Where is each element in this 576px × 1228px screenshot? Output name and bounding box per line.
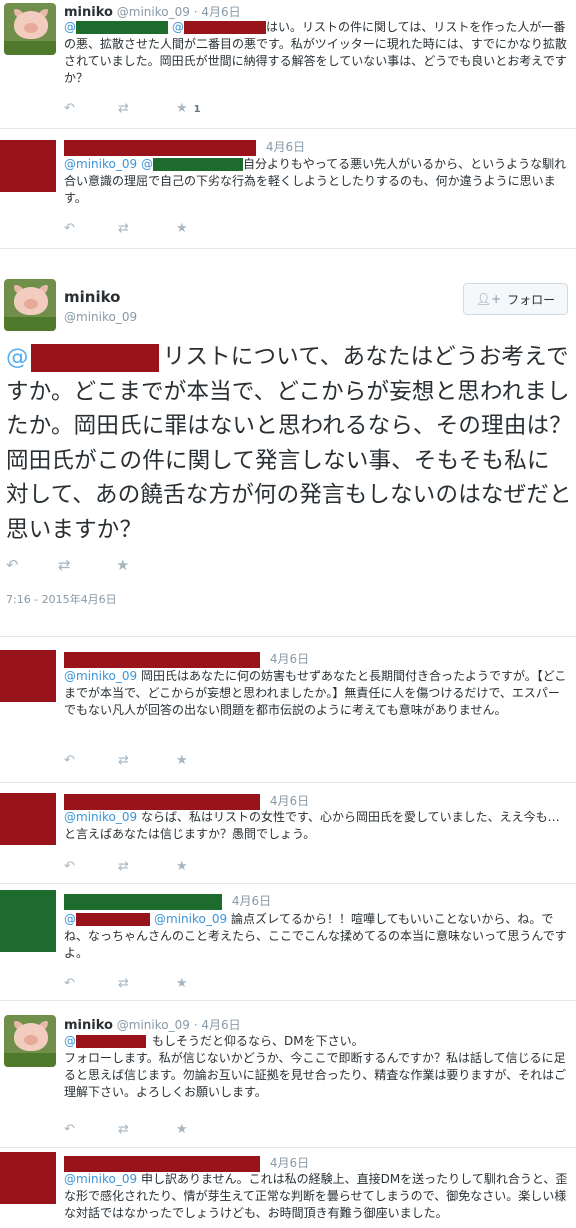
main-tweet: miniko @miniko_09 👤︎+ フォロー @ リストについて、あなたは… <box>0 0 576 635</box>
display-name[interactable]: miniko <box>64 1018 113 1033</box>
tweet-text: @miniko_09 岡田氏はあなたに何の妨害もせずあなたと長期間付き合ったよう… <box>64 668 568 719</box>
tweet-time[interactable]: 4月6日 <box>270 1156 309 1170</box>
star-icon[interactable]: ★ <box>176 976 188 991</box>
reply-icon[interactable]: ↶ <box>6 556 19 574</box>
retweet-icon[interactable]: ⇄ <box>58 556 71 574</box>
avatar[interactable] <box>0 650 56 702</box>
tweet-time[interactable]: 4月6日 <box>270 794 309 808</box>
redacted-name <box>64 793 260 810</box>
avatar[interactable] <box>4 279 56 331</box>
mention[interactable]: @miniko_09 <box>64 669 137 683</box>
redacted-mention <box>76 913 150 926</box>
tweet: 4月6日 @miniko_09 申し訳ありません。これは私の経験上、直接DMを送… <box>0 1148 576 1228</box>
tweet-body: 岡田氏はあなたに何の妨害もせずあなたと長期間付き合ったようですが。【どこまでが本… <box>64 669 567 717</box>
star-icon[interactable]: ★ <box>116 556 129 574</box>
tweet-actions: ↶ ⇄ ★ <box>64 859 264 877</box>
mention-at[interactable]: @ <box>64 1034 76 1048</box>
tweet-body-first: もしそうだと仰るなら、DMを下さい。 <box>152 1034 364 1048</box>
tweet-header: miniko @miniko_09 · 4月6日 <box>64 1016 241 1033</box>
user-handle[interactable]: @miniko_09 <box>117 1018 190 1032</box>
main-tweet-text: @ リストについて、あなたはどうお考えですか。どこまでが本当で、どこからが妄想と思… <box>6 340 572 547</box>
tweet-actions: ↶ ⇄ ★ <box>6 556 206 576</box>
tweet-header: 4月6日 <box>64 792 309 810</box>
tweet-header: 4月6日 <box>64 892 271 910</box>
tweet-time[interactable]: 4月6日 <box>201 1018 240 1032</box>
tweet-text: @ もしそうだと仰るなら、DMを下さい。 フォローします。私が信じないかどうか、今… <box>64 1033 568 1101</box>
redacted-mention <box>76 1035 146 1048</box>
redacted-mention <box>30 343 159 372</box>
tweet: 4月6日 @miniko_09 ならば、私はリストの女性です、心から岡田氏を愛し… <box>0 783 576 883</box>
user-handle[interactable]: @miniko_09 <box>64 310 137 324</box>
follow-button[interactable]: 👤︎+ フォロー <box>463 283 568 315</box>
tweet-time[interactable]: 4月6日 <box>232 894 271 908</box>
separator: · <box>193 1018 198 1032</box>
avatar[interactable] <box>0 890 56 952</box>
retweet-icon[interactable]: ⇄ <box>118 1122 129 1137</box>
redacted-name <box>64 1155 260 1172</box>
avatar[interactable] <box>0 793 56 845</box>
retweet-icon[interactable]: ⇄ <box>118 753 129 768</box>
mention[interactable]: @miniko_09 <box>64 1172 137 1186</box>
tweet: 4月6日 @ @miniko_09 論点ズレてるから！！喧嘩してもいいことないから… <box>0 884 576 999</box>
add-user-icon: 👤︎+ <box>475 292 502 306</box>
tweet-text: @ @miniko_09 論点ズレてるから！！喧嘩してもいいことないから、ね。でね… <box>64 911 568 962</box>
tweet-header: 4月6日 <box>64 650 309 668</box>
tweet-header: 4月6日 <box>64 1154 309 1172</box>
display-name[interactable]: miniko <box>64 288 120 306</box>
reply-icon[interactable]: ↶ <box>64 976 75 991</box>
mention-at[interactable]: @ <box>6 344 29 370</box>
reply-icon[interactable]: ↶ <box>64 1122 75 1137</box>
mention-at[interactable]: @ <box>64 912 76 926</box>
tweet-body: ならば、私はリストの女性です、心から岡田氏を愛していました、ええ今も…と言えばあ… <box>64 810 560 841</box>
star-icon[interactable]: ★ <box>176 753 188 768</box>
tweet-text: @miniko_09 ならば、私はリストの女性です、心から岡田氏を愛していました… <box>64 809 568 843</box>
avatar[interactable] <box>0 1152 56 1204</box>
mention[interactable]: @miniko_09 <box>154 912 227 926</box>
tweet-body: リストについて、あなたはどうお考えですか。どこまでが本当で、どこからが妄想と思わ… <box>6 344 572 543</box>
tweet: 4月6日 @miniko_09 岡田氏はあなたに何の妨害もせずあなたと長期間付き… <box>0 637 576 782</box>
reply-icon[interactable]: ↶ <box>64 859 75 874</box>
tweet-body: フォローします。私が信じないかどうか、今ここで即断するんですか？私は話して信じる… <box>64 1051 567 1099</box>
redacted-name <box>64 893 222 910</box>
retweet-icon[interactable]: ⇄ <box>118 976 129 991</box>
follow-label: フォロー <box>507 292 556 307</box>
avatar[interactable] <box>4 1015 56 1067</box>
redacted-name <box>64 651 260 668</box>
tweet-text: @miniko_09 申し訳ありません。これは私の経験上、直接DMを送ったりして… <box>64 1171 568 1222</box>
star-icon[interactable]: ★ <box>176 859 188 874</box>
reply-icon[interactable]: ↶ <box>64 753 75 768</box>
tweet-actions: ↶ ⇄ ★ <box>64 976 264 994</box>
tweet-body: 申し訳ありません。これは私の経験上、直接DMを送ったりして馴れ合うと、歪な形で感… <box>64 1172 568 1220</box>
retweet-icon[interactable]: ⇄ <box>118 859 129 874</box>
star-icon[interactable]: ★ <box>176 1122 188 1137</box>
tweet-timestamp[interactable]: 7:16 - 2015年4月6日 <box>6 591 117 607</box>
tweet: miniko @miniko_09 · 4月6日 @ もしそうだと仰るなら、DMを… <box>0 1001 576 1147</box>
mention[interactable]: @miniko_09 <box>64 810 137 824</box>
tweet-time[interactable]: 4月6日 <box>270 652 309 666</box>
tweet-actions: ↶ ⇄ ★ <box>64 1122 264 1140</box>
tweet-actions: ↶ ⇄ ★ <box>64 753 264 771</box>
